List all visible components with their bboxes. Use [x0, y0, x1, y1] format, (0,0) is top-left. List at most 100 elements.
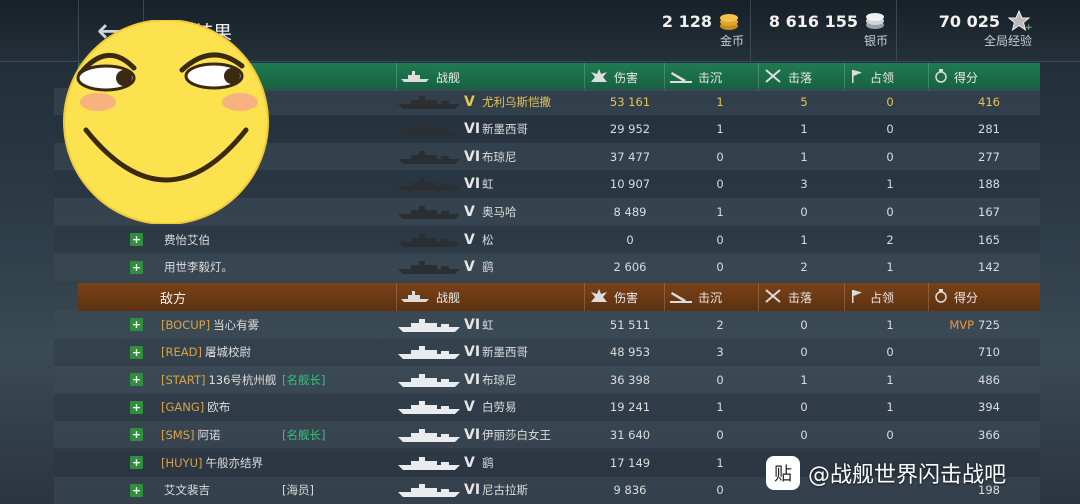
col-sunk-label: 击沉 — [698, 70, 723, 85]
gold-coins-icon — [718, 10, 740, 32]
col-damage-label: 伤害 — [614, 290, 639, 305]
player-badge: [名舰长] — [282, 372, 326, 387]
col-damage[interactable]: 伤害 — [590, 63, 638, 91]
add-friend-button[interactable]: + — [130, 373, 143, 387]
capture-value-text: 0 — [886, 149, 894, 164]
downed-value: 1 — [800, 149, 808, 164]
ship-silhouette-icon — [397, 171, 461, 198]
clan-tag: [GANG] — [161, 400, 205, 415]
damage-value: 8 489 — [613, 204, 647, 219]
damage-value: 51 511 — [609, 317, 651, 332]
table-row[interactable]: + [BOCUP] 当心有雾 VI 虹 51 511 2 0 1 MVP 725 — [54, 311, 1040, 338]
col-sunk[interactable]: 击沉 — [670, 283, 722, 311]
ship-silhouette-icon — [397, 254, 461, 281]
col-capture[interactable]: 占领 — [850, 63, 894, 91]
ship-tier: VI — [464, 176, 481, 193]
col-score[interactable]: 得分 — [934, 63, 978, 91]
ship-tier: V — [464, 399, 475, 416]
downed-value: 1 — [800, 232, 808, 247]
star-xp-icon: + — [1007, 9, 1033, 33]
player-name-text: 用世李毅灯。 — [164, 260, 233, 275]
col-downed[interactable]: 击落 — [764, 63, 812, 91]
capture-value-text: 2 — [886, 232, 894, 247]
flag-icon — [850, 69, 864, 86]
sunk-value: 1 — [716, 455, 724, 470]
downed-value: 0 — [800, 400, 808, 415]
col-score-label: 得分 — [954, 70, 979, 85]
player-name: 费怡艾伯 — [161, 226, 210, 253]
table-row[interactable]: + [START] 136号杭州舰 [名舰长] VI 布琼尼 36 398 0 1 1 486 — [54, 366, 1040, 394]
ship-tier: VI — [464, 148, 481, 165]
col-capture[interactable]: 占领 — [850, 283, 894, 311]
col-ship[interactable]: 战舰 — [400, 283, 460, 311]
table-row[interactable]: + [READ] 屠城校尉 VI 新墨西哥 48 953 3 0 0 710 — [54, 338, 1040, 366]
clan-tag: [READ] — [161, 345, 202, 360]
ship-silhouette-icon — [397, 421, 461, 448]
capture-value-text: 0 — [886, 94, 894, 109]
table-row[interactable]: + [GANG] 欧布 V 白劳易 19 241 1 0 1 394 — [54, 393, 1040, 421]
add-friend-button[interactable]: + — [130, 483, 143, 497]
ship-silhouette-icon — [397, 394, 461, 421]
watermark-text: @战舰世界闪击战吧 — [808, 463, 1007, 488]
capture-value-text: 0 — [886, 122, 894, 137]
score-value: 165 — [940, 226, 1000, 253]
col-score[interactable]: 得分 — [934, 283, 978, 311]
table-row[interactable]: + 费怡艾伯 V 松 0 0 1 2 165 — [54, 226, 1040, 253]
add-friend-button[interactable]: + — [130, 400, 143, 414]
capture-value: 0 — [860, 339, 920, 366]
ship-silhouette-icon — [397, 311, 461, 338]
damage-value: 29 952 — [609, 122, 651, 137]
downed-value: 0 — [800, 427, 808, 442]
damage-value: 37 477 — [609, 149, 651, 164]
sunk-value: 1 — [716, 122, 724, 137]
col-ship[interactable]: 战舰 — [400, 63, 460, 91]
explosion-icon — [590, 288, 608, 306]
score-value: 277 — [940, 143, 1000, 170]
col-score-label: 得分 — [954, 290, 979, 305]
table-row[interactable]: + [SMS] 阿诺 [名舰长] VI 伊丽莎白女王 31 640 0 0 0 366 — [54, 421, 1040, 449]
add-friend-button[interactable]: + — [130, 260, 143, 274]
capture-value-text: 1 — [886, 372, 894, 387]
clan-tag: [HUYU] — [161, 455, 203, 470]
ship-name: 布琼尼 — [482, 149, 517, 164]
col-damage[interactable]: 伤害 — [590, 283, 638, 311]
add-friend-button[interactable]: + — [130, 428, 143, 442]
ship-name: 松 — [482, 232, 494, 247]
ship-silhouette-icon — [397, 339, 461, 366]
ship-name: 伊丽莎白女王 — [482, 427, 551, 442]
ship-name: 新墨西哥 — [482, 345, 528, 360]
add-friend-button[interactable]: + — [130, 318, 143, 331]
add-friend-button[interactable]: + — [130, 345, 143, 359]
table-row[interactable]: + 用世李毅灯。 V 鹞 2 606 0 2 1 142 — [54, 253, 1040, 281]
tieba-logo-icon: 贴 — [766, 456, 800, 490]
capture-value: 2 — [860, 226, 920, 253]
ship-tier: VI — [464, 426, 481, 443]
score-value: 710 — [940, 339, 1000, 366]
divider — [664, 283, 665, 311]
col-downed[interactable]: 击落 — [764, 283, 812, 311]
capture-value: 0 — [860, 198, 920, 225]
score-value-text: 710 — [978, 345, 1000, 360]
sunk-value: 0 — [716, 372, 724, 387]
col-ship-label: 战舰 — [436, 70, 461, 85]
divider — [396, 283, 397, 311]
score-value-text: 188 — [978, 177, 1000, 192]
downed-value: 5 — [800, 94, 808, 109]
ship-icon — [400, 69, 430, 86]
player-badge: [名舰长] — [282, 427, 326, 442]
medal-icon — [934, 68, 948, 86]
ship-tier: V — [464, 203, 475, 220]
damage-value: 36 398 — [609, 372, 651, 387]
score-value: 167 — [940, 198, 1000, 225]
divider — [928, 283, 929, 311]
ship-name: 奥马哈 — [482, 204, 517, 219]
add-friend-button[interactable]: + — [130, 456, 143, 469]
player-name-text: 艾文裴吉 — [164, 483, 210, 498]
ship-name: 尼古拉斯 — [482, 483, 528, 498]
damage-value: 10 907 — [609, 177, 651, 192]
ship-name: 布琼尼 — [482, 372, 517, 387]
add-friend-button[interactable]: + — [130, 233, 143, 246]
col-sunk[interactable]: 击沉 — [670, 63, 722, 91]
capture-value-text: 1 — [886, 177, 894, 192]
player-name-text: 当心有雾 — [213, 317, 260, 332]
